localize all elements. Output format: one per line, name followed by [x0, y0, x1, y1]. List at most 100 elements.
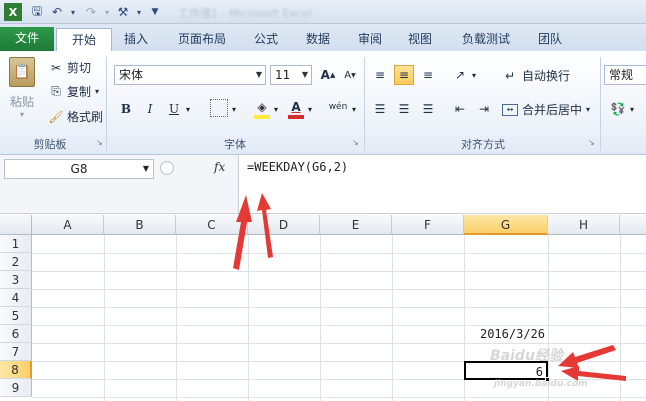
- font-size-value: 11: [275, 68, 291, 82]
- formula-bar: G8 ▼ fx =WEEKDAY(G6,2): [0, 155, 646, 214]
- chevron-down-icon: ▼: [255, 70, 262, 79]
- column-header-c[interactable]: C: [176, 215, 248, 235]
- tab-home[interactable]: 开始: [56, 28, 112, 51]
- phonetic-dropdown-icon[interactable]: ▾: [352, 105, 356, 114]
- number-format-value: 常规: [609, 68, 634, 82]
- orientation-dropdown-icon[interactable]: ▾: [472, 71, 476, 80]
- grid-line: [32, 325, 646, 326]
- row-header-6[interactable]: 6: [0, 325, 32, 343]
- orientation-icon[interactable]: ↗: [450, 65, 470, 85]
- row-header-5[interactable]: 5: [0, 307, 32, 325]
- bold-button[interactable]: B: [116, 99, 136, 119]
- align-middle-icon[interactable]: ≡: [394, 65, 414, 85]
- column-header-d[interactable]: D: [248, 215, 320, 235]
- borders-dropdown-icon[interactable]: ▾: [232, 105, 236, 114]
- borders-icon[interactable]: [210, 99, 228, 117]
- merge-icon: ↔: [502, 103, 518, 116]
- copy-label: 复制: [67, 85, 92, 99]
- alignment-launcher-icon[interactable]: ↘: [588, 138, 595, 147]
- row-header-3[interactable]: 3: [0, 271, 32, 289]
- clipboard-icon: 📋: [9, 57, 35, 87]
- row-header-4[interactable]: 4: [0, 289, 32, 307]
- row-header-1[interactable]: 1: [0, 235, 32, 253]
- window-title: 工作簿1 - Microsoft Excel: [178, 7, 312, 20]
- tab-file[interactable]: 文件: [0, 27, 54, 51]
- copy-button[interactable]: ⎘ 复制 ▾: [48, 83, 99, 100]
- tab-insert[interactable]: 插入: [114, 28, 158, 51]
- shrink-font-icon[interactable]: A ▼: [340, 65, 360, 85]
- row-header-2[interactable]: 2: [0, 253, 32, 271]
- column-header-f[interactable]: F: [392, 215, 464, 235]
- column-header-h[interactable]: H: [548, 215, 620, 235]
- group-separator: [364, 57, 365, 151]
- wrap-text-label: 自动换行: [522, 69, 571, 83]
- expand-handle-icon[interactable]: [160, 161, 174, 175]
- select-all-corner[interactable]: [0, 215, 32, 235]
- row-header-9[interactable]: 9: [0, 379, 32, 397]
- row-header-8[interactable]: 8: [0, 361, 32, 379]
- ribbon: 📋 粘贴 ▾ ✂ 剪切 ⎘ 复制 ▾ 🖌 格式刷 剪贴板 ↘ 宋体 ▼ 11 ▼…: [0, 51, 646, 155]
- font-name-combo[interactable]: 宋体 ▼: [114, 65, 266, 85]
- increase-indent-icon[interactable]: ⇥: [474, 99, 494, 119]
- align-bottom-icon[interactable]: ≡: [418, 65, 438, 85]
- font-launcher-icon[interactable]: ↘: [352, 138, 359, 147]
- column-header-g[interactable]: G: [464, 215, 548, 235]
- align-center-icon[interactable]: ☰: [394, 99, 414, 119]
- underline-button[interactable]: U: [164, 99, 184, 119]
- tab-load-test[interactable]: 负载测试: [450, 28, 522, 51]
- merge-center-button[interactable]: ↔ 合并后居中 ▾: [502, 101, 590, 118]
- worksheet-grid[interactable]: A B C D E F G H 1 2 3 4 5 6 7 8 9 2016/3…: [0, 215, 646, 401]
- number-format-combo[interactable]: 常规: [604, 65, 646, 85]
- formula-input[interactable]: =WEEKDAY(G6,2): [238, 155, 646, 213]
- column-header-a[interactable]: A: [32, 215, 104, 235]
- copy-icon: ⎘: [51, 84, 61, 98]
- font-color-dropdown-icon[interactable]: ▾: [308, 105, 312, 114]
- ribbon-tabs: 文件 开始 插入 页面布局 公式 数据 审阅 视图 负载测试 团队: [0, 24, 646, 51]
- fill-color-icon[interactable]: ◈: [252, 97, 272, 117]
- customize-toolbar-icon[interactable]: ▼: [146, 3, 164, 21]
- cell-g6[interactable]: 2016/3/26: [464, 325, 548, 343]
- grid-line: [32, 289, 646, 290]
- paintbrush-icon: 🖌: [48, 109, 64, 124]
- grid-line: [32, 343, 646, 344]
- grow-font-icon[interactable]: A ▲: [318, 65, 338, 85]
- cut-button[interactable]: ✂ 剪切: [48, 59, 91, 76]
- column-header-b[interactable]: B: [104, 215, 176, 235]
- undo-dropdown-icon[interactable]: ▾: [64, 3, 82, 21]
- grid-line: [32, 307, 646, 308]
- italic-button[interactable]: I: [140, 99, 160, 119]
- grid-line: [32, 397, 646, 398]
- accounting-dropdown-icon[interactable]: ▾: [630, 105, 634, 114]
- tab-formulas[interactable]: 公式: [244, 28, 288, 51]
- align-top-icon[interactable]: ≡: [370, 65, 390, 85]
- format-painter-button[interactable]: 🖌 格式刷: [48, 108, 103, 125]
- save-icon[interactable]: 🖫: [28, 3, 46, 21]
- watermark-url: jingyan.baidu.com: [494, 379, 588, 389]
- grid-line: [248, 235, 249, 401]
- chevron-down-icon: ▼: [142, 164, 149, 173]
- column-header-overflow: [620, 215, 646, 235]
- insert-function-icon[interactable]: fx: [214, 160, 225, 174]
- font-size-combo[interactable]: 11 ▼: [270, 65, 312, 85]
- tab-page-layout[interactable]: 页面布局: [166, 28, 238, 51]
- name-box[interactable]: G8 ▼: [4, 159, 154, 179]
- tab-view[interactable]: 视图: [398, 28, 442, 51]
- watermark-text: Baidu经验: [490, 348, 563, 364]
- alignment-group-label: 对齐方式: [461, 138, 505, 151]
- clipboard-launcher-icon[interactable]: ↘: [96, 138, 103, 147]
- row-header-7[interactable]: 7: [0, 343, 32, 361]
- tab-data[interactable]: 数据: [296, 28, 340, 51]
- font-color-icon[interactable]: A: [286, 97, 306, 117]
- wrap-text-button[interactable]: ↵ 自动换行: [502, 67, 570, 84]
- decrease-indent-icon[interactable]: ⇤: [450, 99, 470, 119]
- fill-dropdown-icon[interactable]: ▾: [274, 105, 278, 114]
- tab-team[interactable]: 团队: [528, 28, 572, 51]
- accounting-format-icon[interactable]: 💱: [608, 99, 628, 119]
- paste-button[interactable]: 📋 粘贴 ▾: [6, 57, 38, 131]
- underline-dropdown-icon[interactable]: ▾: [186, 105, 190, 114]
- align-right-icon[interactable]: ☰: [418, 99, 438, 119]
- column-header-e[interactable]: E: [320, 215, 392, 235]
- phonetic-guide-icon[interactable]: wén: [326, 97, 350, 117]
- align-left-icon[interactable]: ☰: [370, 99, 390, 119]
- tab-review[interactable]: 审阅: [348, 28, 392, 51]
